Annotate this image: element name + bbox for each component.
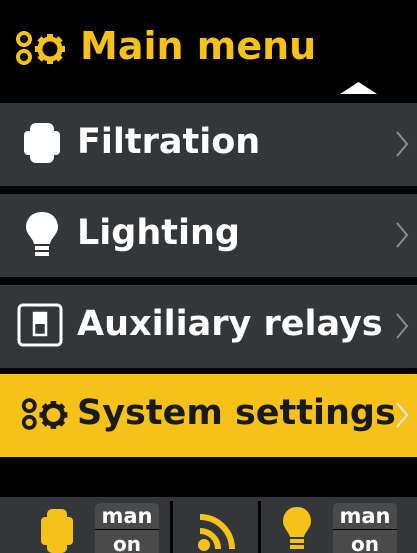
divider	[258, 501, 261, 553]
filtration-mode-badge[interactable]: man on	[95, 503, 159, 553]
pump-icon	[41, 509, 73, 553]
chevron-right-icon	[396, 313, 409, 339]
wifi-signal-icon	[198, 514, 235, 551]
filtration-mode: man	[95, 503, 159, 529]
menu-item-label: System settings	[77, 393, 396, 433]
chevron-right-icon	[396, 131, 409, 157]
lighting-mode: man	[333, 503, 397, 529]
page-title: Main menu	[80, 24, 317, 68]
lighting-mode-badge[interactable]: man on	[333, 503, 397, 553]
menu-item-system-settings[interactable]: System settings	[0, 374, 417, 457]
scroll-up-arrow-icon[interactable]	[340, 80, 377, 94]
lighting-state: on	[333, 530, 397, 553]
status-bar: man on man on	[0, 497, 417, 553]
filtration-state: on	[95, 530, 159, 553]
menu-item-label: Filtration	[77, 122, 261, 162]
pump-icon	[24, 123, 60, 163]
menu-item-auxiliary-relays[interactable]: Auxiliary relays	[0, 285, 417, 368]
menu-item-filtration[interactable]: Filtration	[0, 103, 417, 186]
menu-item-lighting[interactable]: Lighting	[0, 194, 417, 277]
light-bulb-icon	[26, 212, 58, 256]
chevron-right-icon	[396, 402, 409, 428]
chevron-right-icon	[396, 222, 409, 248]
menu-item-label: Lighting	[77, 213, 240, 253]
gears-icon	[16, 31, 65, 65]
relay-switch-icon	[17, 303, 63, 347]
header: Main menu	[0, 0, 417, 102]
divider	[170, 501, 173, 553]
light-bulb-icon	[283, 507, 311, 549]
menu-item-label: Auxiliary relays	[77, 304, 383, 344]
gears-icon	[21, 398, 68, 430]
